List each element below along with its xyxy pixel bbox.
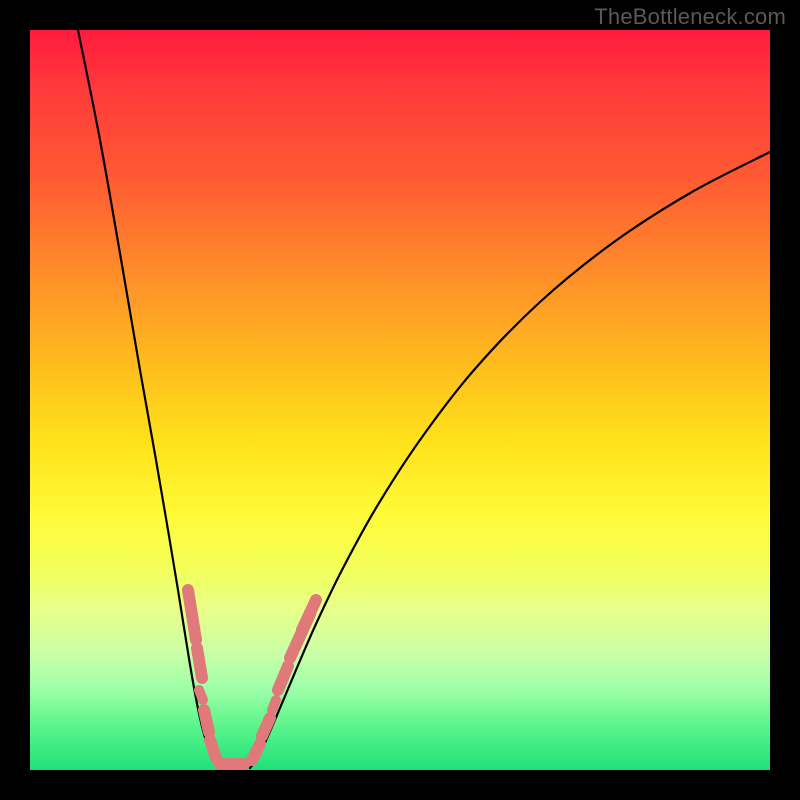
right-curve xyxy=(250,152,770,768)
bead xyxy=(197,648,202,678)
plot-area xyxy=(30,30,770,770)
bead xyxy=(210,740,216,758)
bead xyxy=(204,710,209,732)
chart-frame: TheBottleneck.com xyxy=(0,0,800,800)
bead xyxy=(252,744,260,760)
bead xyxy=(302,600,316,630)
curves-svg xyxy=(30,30,770,770)
bead xyxy=(199,690,203,700)
bead xyxy=(262,718,270,736)
bead xyxy=(282,672,286,680)
bead xyxy=(188,590,196,640)
watermark-text: TheBottleneck.com xyxy=(594,4,786,30)
bead xyxy=(272,700,276,710)
bead-group xyxy=(188,590,316,764)
